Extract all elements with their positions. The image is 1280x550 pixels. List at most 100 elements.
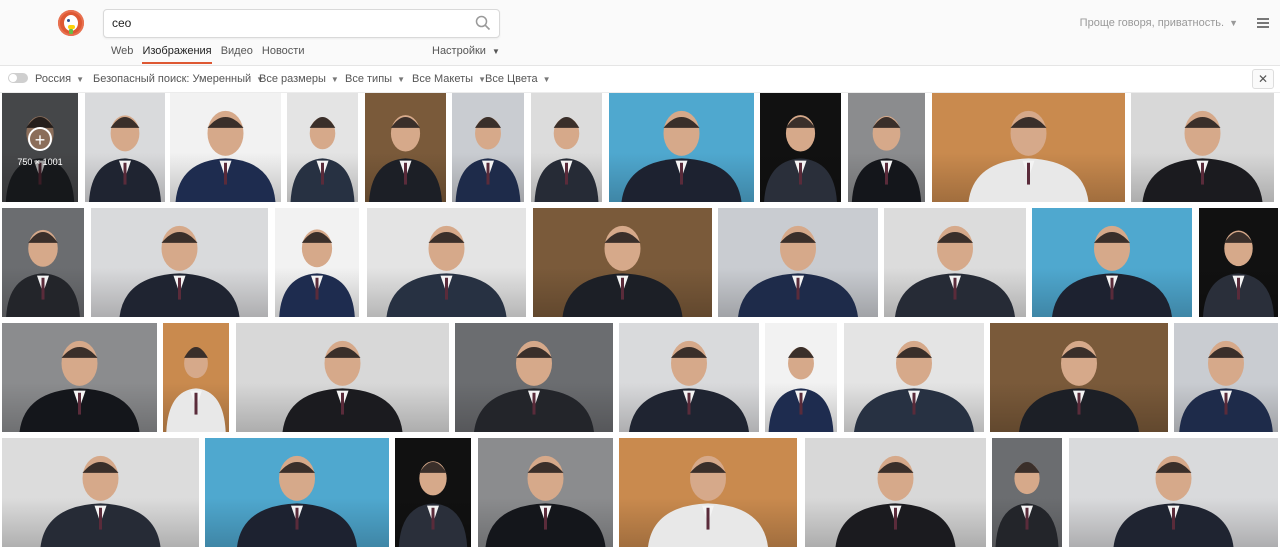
tab-images[interactable]: Изображения (142, 45, 212, 64)
region-toggle[interactable] (8, 73, 28, 83)
image-result-thumbnail[interactable] (365, 93, 446, 202)
portrait-image (738, 225, 858, 317)
portrait-image (534, 116, 599, 202)
image-result-thumbnail[interactable] (619, 323, 759, 432)
portrait-image (562, 225, 683, 317)
size-filter[interactable]: Все размеры ▼ (259, 73, 339, 85)
portrait-image (851, 116, 922, 202)
portrait-image (1179, 340, 1273, 432)
settings-label: Настройки (432, 45, 486, 57)
size-label: Все размеры (259, 73, 326, 85)
chevron-down-icon: ▼ (542, 75, 551, 84)
portrait-image (968, 110, 1089, 202)
image-result-thumbnail[interactable] (992, 438, 1062, 547)
portrait-image (19, 340, 140, 432)
image-result-thumbnail[interactable] (990, 323, 1168, 432)
portrait-image (455, 116, 521, 202)
image-result-thumbnail[interactable] (91, 208, 268, 317)
image-result-thumbnail[interactable] (884, 208, 1026, 317)
portrait-image (166, 346, 226, 432)
image-result-thumbnail[interactable] (395, 438, 471, 547)
tab-news[interactable]: Новости (262, 45, 305, 62)
portrait-image (1019, 340, 1139, 432)
image-result-thumbnail[interactable] (452, 93, 524, 202)
search-icon[interactable] (475, 15, 491, 31)
color-filter[interactable]: Все Цвета ▼ (485, 73, 551, 85)
portrait-image (1113, 455, 1234, 547)
image-result-thumbnail[interactable] (236, 323, 449, 432)
chevron-down-icon: ▼ (397, 75, 405, 84)
portrait-image (621, 110, 742, 202)
image-result-thumbnail[interactable] (2, 438, 199, 547)
tab-web[interactable]: Web (111, 45, 133, 62)
image-result-thumbnail[interactable] (533, 208, 712, 317)
image-result-thumbnail[interactable] (844, 323, 984, 432)
portrait-image (835, 455, 956, 547)
image-result-thumbnail[interactable] (619, 438, 797, 547)
image-result-thumbnail[interactable]: +750 × 1001 (2, 93, 78, 202)
close-filters-button[interactable]: ✕ (1252, 69, 1274, 89)
portrait-image (1052, 225, 1172, 317)
portrait-image (279, 229, 355, 317)
image-result-thumbnail[interactable] (1131, 93, 1274, 202)
layout-filter[interactable]: Все Макеты ▼ (412, 73, 486, 85)
image-result-thumbnail[interactable] (170, 93, 281, 202)
safe-search-label: Безопасный поиск: Умеренный (93, 73, 252, 85)
search-box (103, 9, 500, 38)
portrait-image (40, 455, 161, 547)
image-result-thumbnail[interactable] (848, 93, 925, 202)
tab-video[interactable]: Видео (221, 45, 253, 62)
chevron-down-icon: ▼ (1229, 18, 1238, 28)
image-result-thumbnail[interactable] (275, 208, 359, 317)
image-result-thumbnail[interactable] (1069, 438, 1278, 547)
search-input[interactable] (112, 14, 462, 32)
image-result-thumbnail[interactable] (609, 93, 754, 202)
portrait-image (995, 461, 1059, 547)
image-results-grid: +750 × 1001 (0, 92, 1280, 550)
image-result-thumbnail[interactable] (478, 438, 613, 547)
image-result-thumbnail[interactable] (805, 438, 986, 547)
image-result-thumbnail[interactable] (85, 93, 165, 202)
image-result-thumbnail[interactable] (1174, 323, 1278, 432)
image-result-thumbnail[interactable] (765, 323, 837, 432)
portrait-image (175, 110, 276, 202)
portrait-image (474, 340, 594, 432)
portrait-image (119, 225, 240, 317)
image-result-thumbnail[interactable] (760, 93, 841, 202)
portrait-image (854, 340, 974, 432)
image-result-thumbnail[interactable] (718, 208, 878, 317)
image-result-thumbnail[interactable] (455, 323, 613, 432)
chevron-down-icon: ▼ (491, 47, 500, 56)
portrait-image (895, 225, 1015, 317)
type-filter[interactable]: Все типы ▼ (345, 73, 405, 85)
image-result-thumbnail[interactable] (2, 208, 84, 317)
thumbnail-hover-overlay[interactable]: +750 × 1001 (2, 93, 78, 202)
region-label: Россия (35, 73, 72, 85)
nav-tabs: Web Изображения Видео Новости (111, 45, 310, 65)
privacy-menu[interactable]: Проще говоря, приватность. ▼ (1080, 17, 1238, 29)
image-result-thumbnail[interactable] (1032, 208, 1192, 317)
type-label: Все типы (345, 73, 393, 85)
filter-bar: Россия ▼ Безопасный поиск: Умеренный ▼ Все… (0, 66, 1280, 93)
region-filter[interactable]: Россия ▼ (35, 73, 84, 85)
portrait-image (768, 346, 834, 432)
hamburger-menu-icon[interactable] (1257, 18, 1269, 28)
image-result-thumbnail[interactable] (531, 93, 602, 202)
expand-plus-icon[interactable]: + (28, 127, 52, 151)
portrait-image (237, 455, 357, 547)
image-result-thumbnail[interactable] (205, 438, 389, 547)
portrait-image (369, 115, 442, 202)
duckduckgo-logo-icon[interactable] (58, 10, 84, 36)
portrait-image (89, 115, 161, 202)
image-result-thumbnail[interactable] (287, 93, 358, 202)
safe-search-filter[interactable]: Безопасный поиск: Умеренный ▼ (93, 73, 264, 85)
image-result-thumbnail[interactable] (2, 323, 157, 432)
image-result-thumbnail[interactable] (163, 323, 229, 432)
settings-menu[interactable]: Настройки ▼ (432, 45, 500, 57)
portrait-image (290, 116, 355, 202)
image-result-thumbnail[interactable] (1199, 208, 1278, 317)
portrait-image (1142, 110, 1263, 202)
image-result-thumbnail[interactable] (367, 208, 526, 317)
header-bar: Проще говоря, приватность. ▼ Web Изображе… (0, 0, 1280, 66)
image-result-thumbnail[interactable] (932, 93, 1125, 202)
